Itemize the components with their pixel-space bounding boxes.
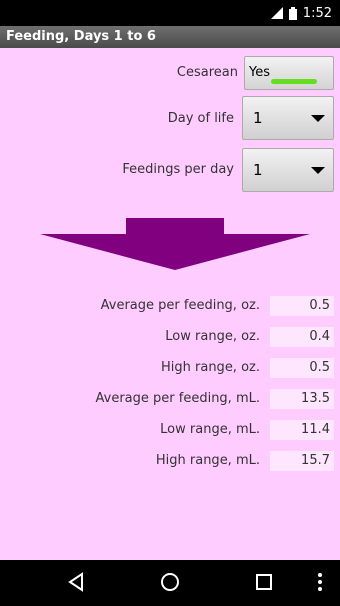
day-of-life-label: Day of life xyxy=(167,111,234,126)
result-label: Low range, oz. xyxy=(165,329,260,344)
result-row: High range, oz. 0.5 xyxy=(0,358,340,380)
result-label: High range, oz. xyxy=(161,360,260,375)
chevron-down-icon xyxy=(311,115,325,122)
feedings-per-day-label: Feedings per day xyxy=(122,162,234,177)
toggle-indicator-light xyxy=(271,79,317,84)
result-value: 0.4 xyxy=(270,327,334,347)
feedings-per-day-spinner[interactable]: 1 xyxy=(242,148,334,192)
result-value: 11.4 xyxy=(270,420,334,440)
result-row: Low range, mL. 11.4 xyxy=(0,420,340,442)
back-icon[interactable] xyxy=(64,570,88,594)
navigation-bar xyxy=(0,560,340,606)
page-title: Feeding, Days 1 to 6 xyxy=(0,26,340,48)
overflow-menu-icon[interactable] xyxy=(314,570,326,594)
result-label: Low range, mL. xyxy=(160,422,260,437)
status-time: 1:52 xyxy=(302,5,332,21)
feedings-per-day-value: 1 xyxy=(253,161,263,179)
result-label: Average per feeding, oz. xyxy=(100,298,260,313)
result-value: 0.5 xyxy=(270,296,334,316)
signal-icon xyxy=(270,7,283,19)
result-value: 0.5 xyxy=(270,358,334,378)
chevron-down-icon xyxy=(311,167,325,174)
result-row: High range, mL. 15.7 xyxy=(0,451,340,473)
home-icon[interactable] xyxy=(158,570,182,594)
result-label: Average per feeding, mL. xyxy=(95,391,260,406)
day-of-life-value: 1 xyxy=(253,109,263,127)
cesarean-label: Cesarean xyxy=(176,65,238,80)
result-row: Low range, oz. 0.4 xyxy=(0,327,340,349)
day-of-life-spinner[interactable]: 1 xyxy=(242,96,334,140)
status-bar: 1:52 xyxy=(0,0,340,26)
result-value: 15.7 xyxy=(270,451,334,471)
down-arrow-icon xyxy=(40,218,310,270)
result-row: Average per feeding, oz. 0.5 xyxy=(0,296,340,318)
result-row: Average per feeding, mL. 13.5 xyxy=(0,389,340,411)
battery-icon xyxy=(288,6,297,20)
main-content: Cesarean Yes Day of life 1 Feedings per … xyxy=(0,48,340,560)
cesarean-toggle[interactable]: Yes xyxy=(244,56,334,90)
result-value: 13.5 xyxy=(270,389,334,409)
recents-icon[interactable] xyxy=(252,570,276,594)
cesarean-toggle-text: Yes xyxy=(249,65,270,80)
result-label: High range, mL. xyxy=(155,453,260,468)
